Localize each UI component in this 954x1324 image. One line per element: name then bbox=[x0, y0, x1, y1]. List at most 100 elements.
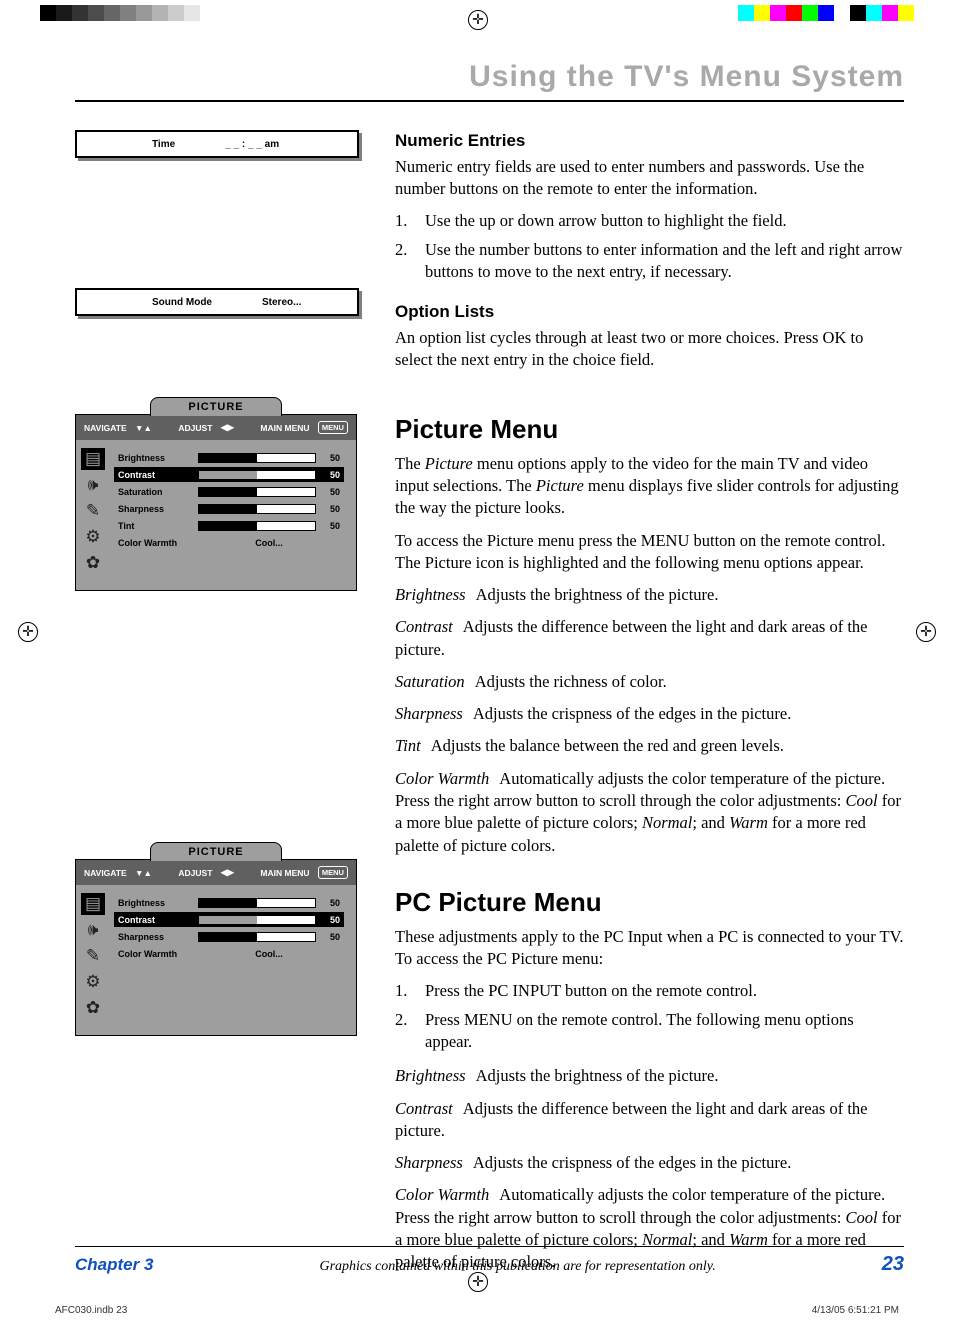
menu-row-value: 50 bbox=[322, 504, 340, 514]
chapter-label: Chapter 3 bbox=[75, 1255, 153, 1275]
parental-icon: ✿ bbox=[81, 552, 105, 574]
menu-row-value: 50 bbox=[322, 487, 340, 497]
registration-mark-left bbox=[18, 622, 38, 642]
pc-def-brightness: BrightnessAdjusts the brightness of the … bbox=[395, 1065, 904, 1087]
main-menu-label: MAIN MENU bbox=[260, 868, 309, 878]
pc-picture-menu-rows: Brightness50Contrast50Sharpness50Color W… bbox=[110, 891, 350, 1019]
slider-fill bbox=[199, 471, 257, 479]
menu-row-label: Color Warmth bbox=[118, 538, 198, 548]
menu-row-textvalue: Cool... bbox=[198, 949, 340, 959]
menu-row-label: Contrast bbox=[118, 470, 198, 480]
step-number: 2. bbox=[395, 239, 413, 284]
sound-icon: 🕪 bbox=[81, 474, 105, 496]
slider-track bbox=[198, 898, 316, 908]
pc-picture-p1: These adjustments apply to the PC Input … bbox=[395, 926, 904, 971]
slider-track bbox=[198, 932, 316, 942]
registration-mark-top bbox=[468, 10, 488, 30]
menu-row-value: 50 bbox=[322, 898, 340, 908]
sound-mode-value: Stereo... bbox=[262, 297, 301, 308]
numeric-step-2: Use the number buttons to enter informat… bbox=[425, 239, 904, 284]
option-lists-heading: Option Lists bbox=[395, 301, 904, 324]
picture-menu-p2: To access the Picture menu press the MEN… bbox=[395, 530, 904, 575]
slider-fill bbox=[199, 488, 257, 496]
pc-step-1: Press the PC INPUT button on the remote … bbox=[425, 980, 757, 1002]
slider-track bbox=[198, 915, 316, 925]
channel-icon: ✎ bbox=[81, 500, 105, 522]
navigate-label: NAVIGATE bbox=[84, 423, 127, 433]
pc-picture-menu-sidebar: ▤ 🕪 ✎ ⚙ ✿ bbox=[76, 891, 110, 1019]
sound-mode-box: Sound Mode Stereo... bbox=[75, 288, 359, 316]
menu-row: Brightness50 bbox=[114, 450, 344, 465]
menu-row-label: Saturation bbox=[118, 487, 198, 497]
option-lists-body: An option list cycles through at least t… bbox=[395, 327, 904, 372]
pc-picture-tab: PICTURE bbox=[150, 842, 282, 861]
adjust-arrows-icon: ◀▶ bbox=[221, 867, 234, 878]
def-saturation: SaturationAdjusts the richness of color. bbox=[395, 671, 904, 693]
menu-row-label: Sharpness bbox=[118, 932, 198, 942]
pc-picture-menu-heading: PC Picture Menu bbox=[395, 885, 904, 920]
page-number: 23 bbox=[882, 1253, 904, 1276]
adjust-label: ADJUST bbox=[178, 868, 212, 878]
slider-fill bbox=[199, 916, 257, 924]
pc-picture-menu-header: NAVIGATE ▼▲ ADJUST ◀▶ MAIN MENU MENU bbox=[76, 860, 356, 885]
color-bars-right bbox=[738, 5, 914, 21]
step-number: 2. bbox=[395, 1009, 413, 1054]
navigate-arrows-icon: ▼▲ bbox=[135, 868, 152, 878]
picture-menu-rows: Brightness50 Contrast 50 Saturation 50 Sharpn… bbox=[110, 446, 350, 574]
print-file: AFC030.indb 23 bbox=[55, 1305, 127, 1316]
slider-track bbox=[198, 453, 316, 463]
adjust-arrows-icon: ◀▶ bbox=[221, 422, 234, 433]
picture-menu-header: NAVIGATE ▼▲ ADJUST ◀▶ MAIN MENU MENU bbox=[76, 415, 356, 440]
menu-row-value: 50 bbox=[322, 932, 340, 942]
settings-icon: ⚙ bbox=[81, 526, 105, 548]
settings-icon: ⚙ bbox=[81, 971, 105, 993]
picture-tab: PICTURE bbox=[150, 397, 282, 416]
menu-row-label: Brightness bbox=[118, 898, 198, 908]
numeric-step-1: Use the up or down arrow button to highl… bbox=[425, 210, 787, 232]
picture-menu-illustration: PICTURE NAVIGATE ▼▲ ADJUST ◀▶ MAIN MENU … bbox=[75, 414, 357, 591]
def-color-warmth: Color WarmthAutomatically adjusts the co… bbox=[395, 768, 904, 857]
slider-fill bbox=[199, 522, 257, 530]
color-bars-left bbox=[40, 5, 216, 21]
footer-disclaimer: Graphics contained within this publicati… bbox=[319, 1259, 715, 1275]
time-field-box: Time _ _ : _ _ am bbox=[75, 130, 359, 158]
sound-mode-label: Sound Mode bbox=[152, 297, 212, 308]
slider-track bbox=[198, 470, 316, 480]
menu-row: Sharpness 50 bbox=[114, 929, 344, 944]
slider-track bbox=[198, 487, 316, 497]
slider-track bbox=[198, 504, 316, 514]
slider-track bbox=[198, 521, 316, 531]
numeric-entries-heading: Numeric Entries bbox=[395, 130, 904, 153]
parental-icon: ✿ bbox=[81, 997, 105, 1019]
def-tint: TintAdjusts the balance between the red … bbox=[395, 735, 904, 757]
pc-step-2: Press MENU on the remote control. The fo… bbox=[425, 1009, 904, 1054]
time-label: Time bbox=[152, 139, 175, 150]
menu-row: Saturation 50 bbox=[114, 484, 344, 499]
sound-icon: 🕪 bbox=[81, 919, 105, 941]
numeric-entries-intro: Numeric entry fields are used to enter n… bbox=[395, 156, 904, 201]
navigate-arrows-icon: ▼▲ bbox=[135, 423, 152, 433]
menu-row-label: Sharpness bbox=[118, 504, 198, 514]
adjust-label: ADJUST bbox=[178, 423, 212, 433]
slider-fill bbox=[199, 454, 257, 462]
menu-row-value: 50 bbox=[322, 521, 340, 531]
menu-button-icon: MENU bbox=[318, 421, 348, 434]
print-footer: AFC030.indb 23 4/13/05 6:51:21 PM bbox=[55, 1305, 899, 1316]
menu-row: Contrast 50 bbox=[114, 467, 344, 482]
print-date: 4/13/05 6:51:21 PM bbox=[812, 1305, 899, 1316]
picture-menu-p1: The Picture menu options apply to the vi… bbox=[395, 453, 904, 520]
menu-row-label: Tint bbox=[118, 521, 198, 531]
time-value: _ _ : _ _ am bbox=[225, 139, 279, 150]
pc-def-sharpness: SharpnessAdjusts the crispness of the ed… bbox=[395, 1152, 904, 1174]
step-number: 1. bbox=[395, 210, 413, 232]
title-rule bbox=[75, 100, 904, 102]
menu-row: Contrast50 bbox=[114, 912, 344, 927]
page-title: Using the TV's Menu System bbox=[75, 60, 904, 94]
main-menu-label: MAIN MENU bbox=[260, 423, 309, 433]
picture-menu-heading: Picture Menu bbox=[395, 412, 904, 447]
slider-fill bbox=[199, 899, 257, 907]
navigate-label: NAVIGATE bbox=[84, 868, 127, 878]
menu-button-icon: MENU bbox=[318, 866, 348, 879]
menu-row-value: 50 bbox=[322, 470, 340, 480]
registration-mark-right bbox=[916, 622, 936, 642]
